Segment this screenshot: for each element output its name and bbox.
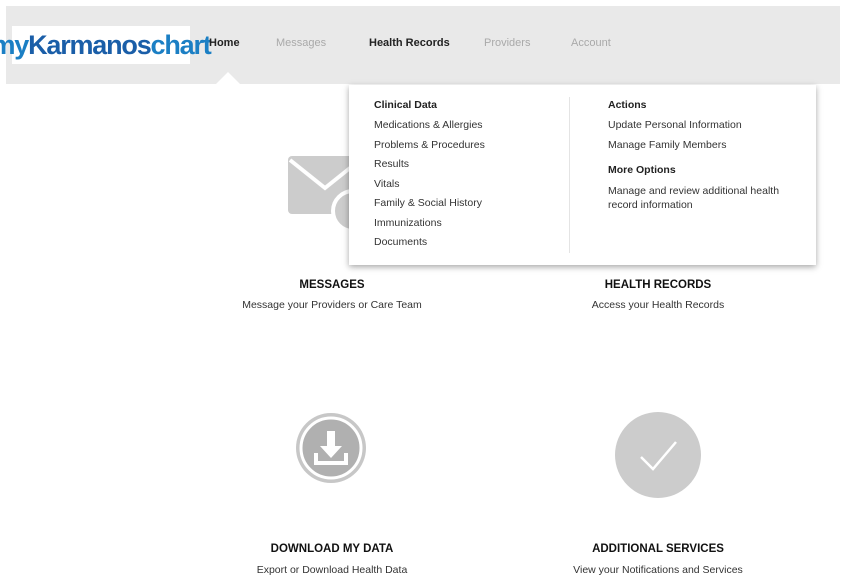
- additional-services-tile-desc: View your Notifications and Services: [573, 564, 743, 576]
- nav-home[interactable]: Home: [209, 37, 240, 49]
- messages-tile-desc: Message your Providers or Care Team: [242, 299, 422, 311]
- health-records-tile-title[interactable]: HEALTH RECORDS: [498, 279, 818, 291]
- nav-health-records[interactable]: Health Records: [369, 37, 450, 49]
- logo-my: my: [0, 29, 29, 60]
- messages-tile-title[interactable]: MESSAGES: [172, 279, 492, 291]
- menu-documents[interactable]: Documents: [374, 236, 485, 248]
- actions-column: Actions Update Personal Information Mana…: [608, 99, 798, 219]
- clinical-data-column: Clinical Data Medications & Allergies Pr…: [374, 99, 485, 256]
- more-options-heading: More Options: [608, 163, 676, 176]
- download-icon[interactable]: [294, 411, 368, 490]
- active-nav-caret: [216, 72, 240, 84]
- actions-heading: Actions: [608, 99, 647, 111]
- nav-account[interactable]: Account: [571, 37, 611, 49]
- clinical-data-heading: Clinical Data: [374, 99, 438, 111]
- logo-karmanos: Karmanos: [28, 29, 152, 60]
- menu-manage-additional-records[interactable]: Manage and review additional health reco…: [608, 184, 798, 212]
- nav-messages[interactable]: Messages: [276, 37, 326, 49]
- menu-problems-procedures[interactable]: Problems & Procedures: [374, 139, 485, 151]
- header: my Karmanos chart Home Messages Health Rec…: [0, 0, 847, 85]
- download-tile-desc: Export or Download Health Data: [256, 564, 408, 576]
- health-records-tile-desc: Access your Health Records: [591, 299, 725, 311]
- health-records-dropdown: Clinical Data Medications & Allergies Pr…: [349, 85, 816, 265]
- menu-manage-family-members[interactable]: Manage Family Members: [608, 139, 798, 151]
- nav-providers[interactable]: Providers: [484, 37, 530, 49]
- menu-vitals[interactable]: Vitals: [374, 178, 485, 190]
- menu-update-personal-information[interactable]: Update Personal Information: [608, 119, 798, 131]
- dropdown-divider: [569, 97, 570, 253]
- additional-services-tile-title[interactable]: ADDITIONAL SERVICES: [498, 543, 818, 555]
- menu-family-social-history[interactable]: Family & Social History: [374, 197, 485, 209]
- download-tile-title[interactable]: DOWNLOAD MY DATA: [172, 543, 492, 555]
- logo-chart: chart: [150, 29, 212, 60]
- menu-results[interactable]: Results: [374, 158, 485, 170]
- checkmark-icon[interactable]: [614, 411, 704, 506]
- menu-medications-allergies[interactable]: Medications & Allergies: [374, 119, 485, 131]
- logo[interactable]: my Karmanos chart: [0, 26, 212, 64]
- menu-immunizations[interactable]: Immunizations: [374, 217, 485, 229]
